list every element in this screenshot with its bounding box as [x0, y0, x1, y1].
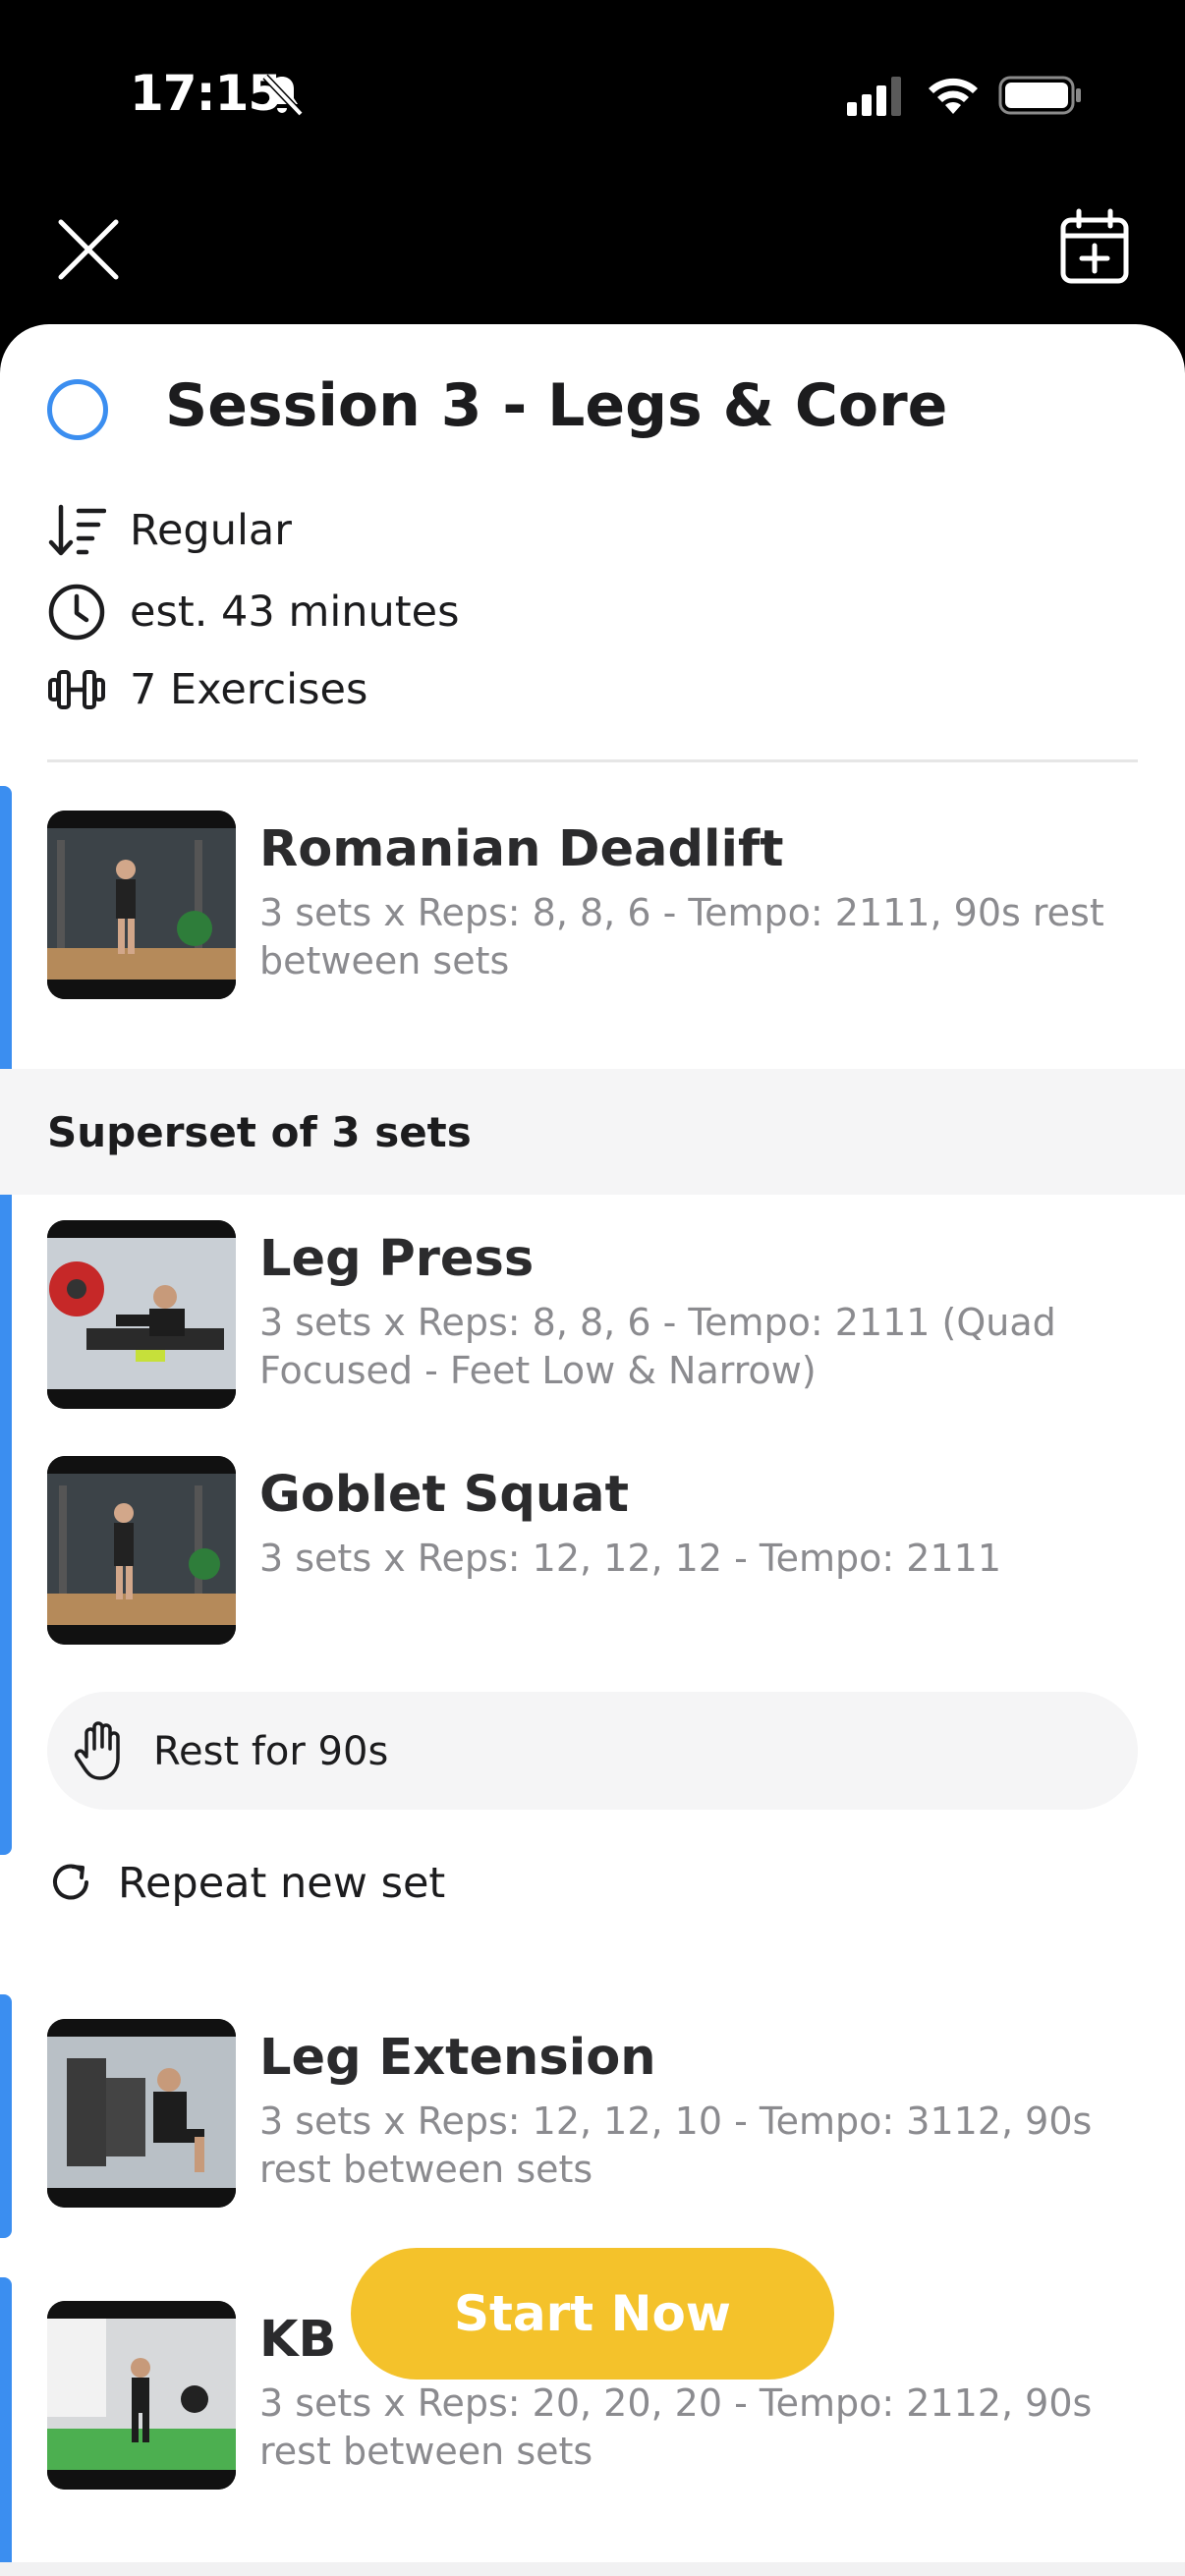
- exercise-name: Leg Press: [259, 1230, 535, 1288]
- hand-stop-icon: [74, 1721, 120, 1780]
- exercise-description: 3 sets x Reps: 20, 20, 20 - Tempo: 2112,…: [259, 2381, 1093, 2473]
- start-now-button[interactable]: Start Now: [351, 2248, 834, 2380]
- rest-indicator: Rest for 90s: [47, 1692, 1138, 1810]
- close-icon[interactable]: [55, 216, 122, 283]
- exercise-item[interactable]: Leg Press 3 sets x Reps: 8, 8, 6 - Tempo…: [47, 1220, 1138, 1417]
- group-accent-bar: [0, 1994, 12, 2238]
- exercise-name: Goblet Squat: [259, 1466, 629, 1524]
- repeat-label: Repeat new set: [118, 1859, 446, 1908]
- exercise-description: 3 sets x Reps: 12, 12, 10 - Tempo: 3112,…: [259, 2100, 1093, 2191]
- exercise-thumbnail: [47, 2019, 236, 2208]
- bell-off-icon: [262, 74, 304, 117]
- session-title: Session 3 - Legs & Core: [165, 371, 948, 440]
- exercise-name: Romanian Deadlift: [259, 820, 784, 878]
- wifi-icon: [929, 78, 978, 114]
- cellular-signal-icon: [847, 77, 901, 116]
- exercise-description: 3 sets x Reps: 12, 12, 12 - Tempo: 2111: [259, 1537, 1002, 1580]
- clock-icon: [48, 584, 105, 641]
- exercise-item[interactable]: Goblet Squat 3 sets x Reps: 12, 12, 12 -…: [47, 1456, 1138, 1652]
- group-accent-bar: [0, 2277, 12, 2576]
- session-sheet: Session 3 - Legs & Core Regular est. 43 …: [0, 324, 1185, 2576]
- meta-exercises-label: 7 Exercises: [130, 665, 368, 714]
- battery-icon: [998, 76, 1081, 115]
- meta-duration-label: est. 43 minutes: [130, 588, 460, 637]
- sort-order-icon: [48, 504, 106, 556]
- exercise-item[interactable]: Leg Extension 3 sets x Reps: 12, 12, 10 …: [47, 2019, 1138, 2215]
- exercise-thumbnail: [47, 2301, 236, 2490]
- list-bottom-divider: [0, 2562, 1185, 2576]
- exercise-description: 3 sets x Reps: 8, 8, 6 - Tempo: 2111, 90…: [259, 891, 1104, 982]
- exercise-thumbnail: [47, 1220, 236, 1409]
- calendar-add-icon[interactable]: [1059, 208, 1130, 285]
- exercise-thumbnail: [47, 811, 236, 999]
- meta-order-row: Regular: [47, 501, 292, 560]
- divider: [47, 759, 1138, 762]
- repeat-icon: [53, 1864, 88, 1900]
- exercise-item[interactable]: Romanian Deadlift 3 sets x Reps: 8, 8, 6…: [47, 811, 1138, 1007]
- exercise-thumbnail: [47, 1456, 236, 1645]
- superset-header: Superset of 3 sets: [0, 1069, 1185, 1195]
- rest-label: Rest for 90s: [153, 1729, 389, 1774]
- status-bar: 17:15: [0, 0, 1185, 284]
- completion-checkbox[interactable]: [47, 379, 108, 440]
- exercise-name: Leg Extension: [259, 2029, 656, 2087]
- exercise-description: 3 sets x Reps: 8, 8, 6 - Tempo: 2111 (Qu…: [259, 1301, 1056, 1392]
- meta-order-label: Regular: [130, 506, 292, 555]
- dumbbell-icon: [48, 670, 105, 709]
- meta-duration-row: est. 43 minutes: [47, 583, 460, 642]
- meta-exercises-row: 7 Exercises: [47, 660, 367, 719]
- superset-label: Superset of 3 sets: [47, 1108, 472, 1156]
